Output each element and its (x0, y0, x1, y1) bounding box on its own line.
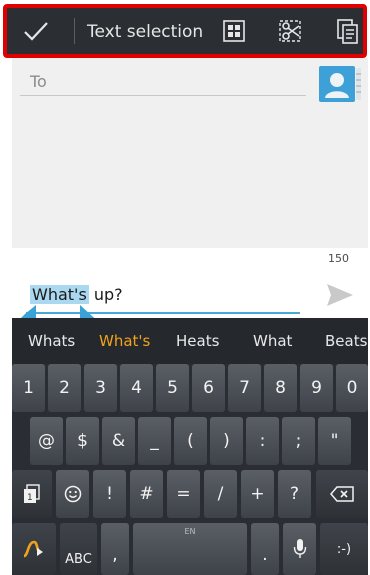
emoji-key[interactable] (56, 470, 89, 518)
recipient-placeholder: To (30, 72, 47, 91)
key-dollar[interactable]: $ (66, 417, 99, 465)
suggestion-item[interactable]: Whats (28, 332, 75, 350)
cut-icon[interactable] (277, 17, 303, 45)
key-7[interactable]: 7 (228, 364, 261, 412)
key-slash[interactable]: / (204, 470, 237, 518)
message-input[interactable]: What's up? (30, 285, 123, 304)
key-equals[interactable]: = (167, 470, 200, 518)
key-colon[interactable]: : (246, 417, 279, 465)
input-underline (26, 312, 300, 314)
character-counter: 150 (328, 252, 349, 265)
voice-input-key[interactable] (283, 523, 316, 575)
key-plus[interactable]: + (241, 470, 274, 518)
selected-text: What's (30, 285, 89, 304)
backspace-icon (330, 486, 354, 502)
suggestion-item-selected[interactable]: What's (99, 332, 150, 350)
message-area (12, 248, 368, 318)
suggestion-bar: Whats What's Heats What Beats (12, 318, 368, 364)
key-3[interactable]: 3 (84, 364, 117, 412)
key-5[interactable]: 5 (156, 364, 189, 412)
key-9[interactable]: 9 (300, 364, 333, 412)
recipient-field[interactable] (20, 68, 306, 96)
text-selection-action-bar: Text selection (3, 4, 367, 58)
page-title: Text selection (87, 22, 204, 42)
space-key[interactable]: EN (133, 523, 247, 575)
key-question[interactable]: ? (278, 470, 311, 518)
key-ampersand[interactable]: & (102, 417, 135, 465)
keyboard: 1 2 3 4 5 6 7 8 9 0 @ $ & _ ( ) : ; " 1 … (12, 364, 368, 575)
key-close-paren[interactable]: ) (210, 417, 243, 465)
key-underscore[interactable]: _ (138, 417, 171, 465)
key-open-paren[interactable]: ( (174, 417, 207, 465)
suggestion-item[interactable]: Beats (325, 332, 367, 350)
swype-key[interactable] (12, 523, 56, 575)
backspace-key[interactable] (316, 470, 368, 518)
key-period[interactable]: . (251, 523, 279, 575)
smiley-text-key[interactable]: :-) (320, 523, 368, 575)
contact-picker-icon[interactable] (318, 64, 362, 104)
key-hash[interactable]: # (130, 470, 163, 518)
checkmark-icon[interactable] (23, 19, 49, 43)
symbol-page-icon: 1 (24, 484, 40, 503)
key-0[interactable]: 0 (336, 364, 368, 412)
symbol-page-key[interactable]: 1 (12, 470, 52, 518)
divider (74, 18, 75, 44)
key-quote[interactable]: " (318, 417, 351, 465)
svg-text:1: 1 (27, 493, 33, 503)
send-icon[interactable] (325, 282, 355, 308)
key-8[interactable]: 8 (264, 364, 297, 412)
key-semicolon[interactable]: ; (282, 417, 315, 465)
key-exclamation[interactable]: ! (93, 470, 126, 518)
key-6[interactable]: 6 (192, 364, 225, 412)
suggestion-item[interactable]: What (253, 332, 292, 350)
smiley-icon (64, 485, 81, 503)
key-at[interactable]: @ (30, 417, 63, 465)
message-text: up? (88, 285, 123, 304)
suggestion-item[interactable]: Heats (176, 332, 219, 350)
microphone-icon (293, 539, 306, 558)
key-1[interactable]: 1 (12, 364, 45, 412)
key-4[interactable]: 4 (120, 364, 153, 412)
key-comma[interactable]: , (101, 523, 129, 575)
copy-icon[interactable] (335, 17, 361, 45)
swype-icon (23, 540, 43, 558)
abc-key[interactable]: ABC (60, 523, 97, 575)
key-2[interactable]: 2 (48, 364, 81, 412)
select-all-icon[interactable] (221, 17, 247, 45)
